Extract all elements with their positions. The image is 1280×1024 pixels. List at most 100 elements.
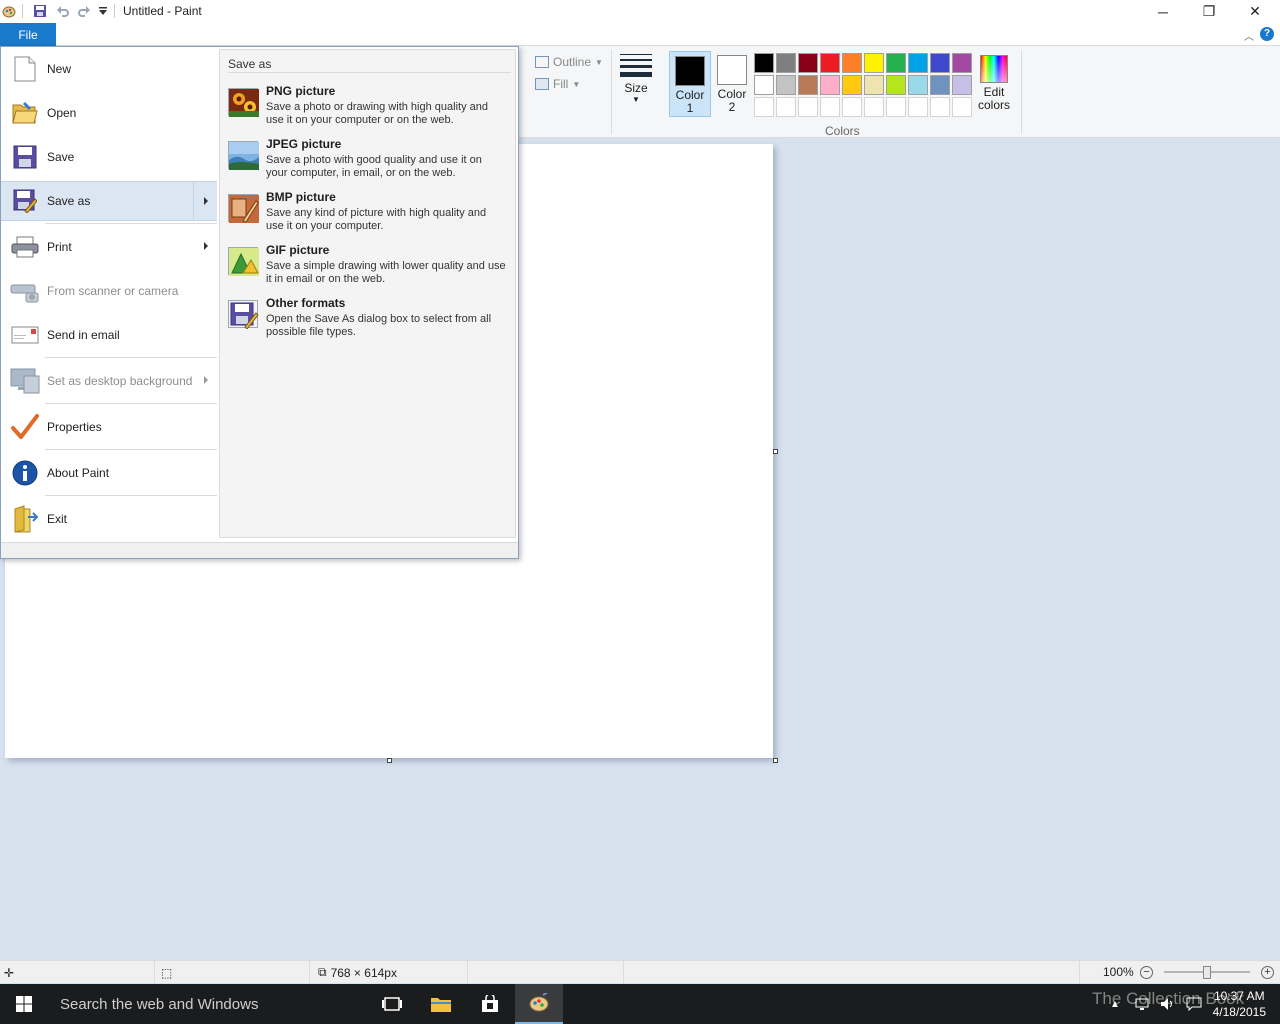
- palette-color-swatch[interactable]: [842, 97, 862, 117]
- menu-item-label: Properties: [47, 420, 102, 434]
- palette-color-swatch[interactable]: [776, 97, 796, 117]
- menu-separator: [45, 403, 217, 404]
- network-icon[interactable]: [1130, 984, 1156, 1024]
- edit-colors-button[interactable]: Edit colors: [974, 51, 1014, 112]
- task-view-icon[interactable]: [368, 984, 416, 1024]
- minimize-button[interactable]: ─: [1140, 0, 1186, 23]
- palette-color-swatch[interactable]: [908, 53, 928, 73]
- palette-color-swatch[interactable]: [842, 53, 862, 73]
- color2-button[interactable]: Color 2: [711, 51, 753, 117]
- palette-color-swatch[interactable]: [798, 97, 818, 117]
- palette-color-swatch[interactable]: [952, 53, 972, 73]
- palette-color-swatch[interactable]: [864, 53, 884, 73]
- menu-item-open[interactable]: Open: [1, 93, 217, 133]
- scanner-icon: [10, 276, 40, 306]
- menu-item-about-paint[interactable]: About Paint: [1, 453, 217, 493]
- customize-quick-access-icon[interactable]: [99, 3, 107, 19]
- edit-colors-label-line2: colors: [977, 98, 1010, 112]
- paint-taskbar-button[interactable]: [515, 984, 563, 1024]
- file-explorer-icon[interactable]: [417, 984, 465, 1024]
- save-as-option-title: JPEG picture: [266, 137, 342, 151]
- palette-color-swatch[interactable]: [820, 97, 840, 117]
- other-formats-icon: [228, 300, 259, 330]
- zoom-in-button[interactable]: +: [1261, 966, 1274, 979]
- action-center-icon[interactable]: [1182, 984, 1206, 1024]
- palette-color-swatch[interactable]: [776, 75, 796, 95]
- title-bar: Untitled - Paint ─ ❐ ✕: [0, 0, 1280, 23]
- save-as-option-bmp-picture[interactable]: BMP picture Save any kind of picture with…: [226, 190, 512, 240]
- taskbar-search[interactable]: Search the web and Windows: [48, 984, 368, 1024]
- menu-item-new[interactable]: New: [1, 49, 217, 89]
- store-icon[interactable]: [466, 984, 514, 1024]
- fill-dropdown[interactable]: Fill ▼: [535, 77, 580, 91]
- palette-color-swatch[interactable]: [930, 75, 950, 95]
- maximize-button[interactable]: ❐: [1186, 0, 1232, 23]
- save-as-option-title: GIF picture: [266, 243, 330, 257]
- palette-color-swatch[interactable]: [930, 53, 950, 73]
- quick-save-icon[interactable]: [33, 3, 47, 19]
- menu-separator: [45, 223, 217, 224]
- help-icon[interactable]: ?: [1260, 27, 1274, 41]
- menu-separator: [45, 495, 217, 496]
- save-as-heading: Save as: [228, 57, 511, 73]
- palette-color-swatch[interactable]: [952, 97, 972, 117]
- save-as-option-jpeg-picture[interactable]: JPEG picture Save a photo with good quali…: [226, 137, 512, 187]
- open-folder-icon: [10, 98, 40, 128]
- palette-color-swatch[interactable]: [864, 75, 884, 95]
- save-as-option-other-formats[interactable]: Other formats Open the Save As dialog box…: [226, 296, 512, 346]
- redo-icon[interactable]: [77, 3, 91, 19]
- paint-app-icon[interactable]: [2, 3, 16, 19]
- size-label: Size: [624, 81, 648, 95]
- palette-color-swatch[interactable]: [754, 97, 774, 117]
- file-tab[interactable]: File: [0, 23, 56, 46]
- crosshair-icon: ✛: [4, 965, 15, 980]
- menu-item-send-in-email[interactable]: Send in email: [1, 315, 217, 355]
- resize-handle-bottom[interactable]: [387, 758, 392, 763]
- show-hidden-icons-icon[interactable]: ▲: [1100, 984, 1130, 1024]
- palette-color-swatch[interactable]: [864, 97, 884, 117]
- palette-color-swatch[interactable]: [886, 97, 906, 117]
- close-button[interactable]: ✕: [1232, 0, 1278, 23]
- menu-item-properties[interactable]: Properties: [1, 407, 217, 447]
- palette-color-swatch[interactable]: [930, 97, 950, 117]
- menu-item-exit[interactable]: Exit: [1, 499, 217, 539]
- color2-swatch: [717, 55, 747, 85]
- zoom-out-button[interactable]: −: [1140, 966, 1153, 979]
- palette-color-swatch[interactable]: [908, 97, 928, 117]
- png-icon: [228, 88, 259, 117]
- clock[interactable]: 10:37 AM 4/18/2015: [1213, 988, 1266, 1020]
- palette-color-swatch[interactable]: [754, 75, 774, 95]
- menu-item-save[interactable]: Save: [1, 137, 217, 177]
- palette-color-swatch[interactable]: [952, 75, 972, 95]
- palette-color-swatch[interactable]: [798, 75, 818, 95]
- save-as-option-description: Save a simple drawing with lower quality…: [266, 260, 506, 285]
- palette-color-swatch[interactable]: [754, 53, 774, 73]
- outline-dropdown[interactable]: Outline ▼: [535, 55, 603, 69]
- volume-icon[interactable]: [1156, 984, 1180, 1024]
- taskbar: Search the web and Windows The Collectio…: [0, 984, 1280, 1024]
- palette-color-swatch[interactable]: [798, 53, 818, 73]
- save-as-option-png-picture[interactable]: PNG picture Save a photo or drawing with …: [226, 84, 512, 134]
- ribbon-tab-row: File ︿ ?: [0, 23, 1280, 46]
- palette-color-swatch[interactable]: [908, 75, 928, 95]
- window-title: Untitled - Paint: [123, 4, 202, 18]
- palette-color-swatch[interactable]: [886, 53, 906, 73]
- start-button[interactable]: [0, 984, 48, 1024]
- size-button[interactable]: Size ▼: [618, 50, 654, 114]
- menu-item-print[interactable]: Print: [1, 227, 217, 267]
- resize-handle-right[interactable]: [773, 449, 778, 454]
- palette-color-swatch[interactable]: [886, 75, 906, 95]
- resize-handle-corner[interactable]: [773, 758, 778, 763]
- menu-item-label: Set as desktop background: [47, 374, 193, 388]
- menu-item-save-as[interactable]: Save as: [1, 181, 217, 221]
- menu-separator: [45, 357, 217, 358]
- zoom-slider-thumb[interactable]: [1203, 966, 1211, 979]
- palette-color-swatch[interactable]: [776, 53, 796, 73]
- save-as-option-gif-picture[interactable]: GIF picture Save a simple drawing with lo…: [226, 243, 512, 293]
- color1-button[interactable]: Color 1: [669, 51, 711, 117]
- undo-icon[interactable]: [56, 3, 70, 19]
- palette-color-swatch[interactable]: [820, 53, 840, 73]
- collapse-ribbon-icon[interactable]: ︿: [1244, 28, 1254, 43]
- palette-color-swatch[interactable]: [820, 75, 840, 95]
- palette-color-swatch[interactable]: [842, 75, 862, 95]
